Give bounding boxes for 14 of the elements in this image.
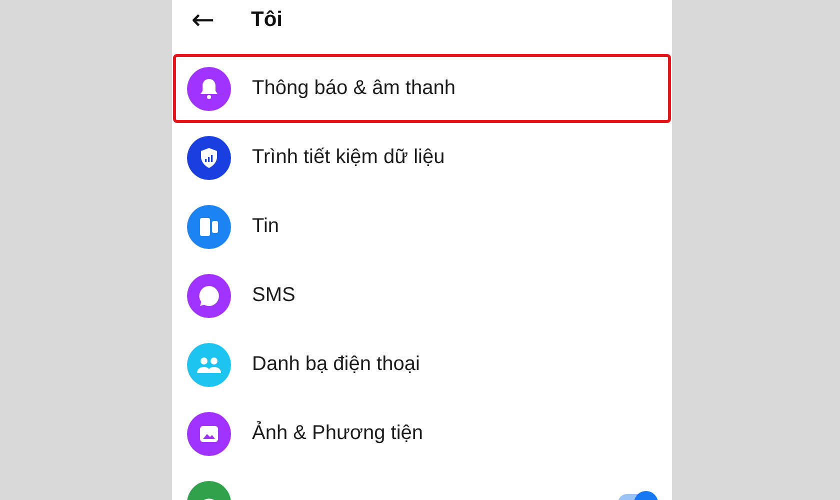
settings-item[interactable]: Danh bạ điện thoại xyxy=(173,330,671,399)
page-title: Tôi xyxy=(251,8,282,32)
settings-label: Trình tiết kiệm dữ liệu xyxy=(252,146,445,169)
settings-label: Ảnh & Phương tiện xyxy=(252,422,424,445)
back-button[interactable]: ← xyxy=(188,6,218,34)
settings-label: Danh bạ điện thoại xyxy=(252,353,420,376)
settings-item[interactable]: Trình tiết kiệm dữ liệu xyxy=(173,123,671,192)
settings-item[interactable]: SMS xyxy=(173,261,671,330)
settings-label: Thông báo & âm thanh xyxy=(252,77,456,100)
settings-item[interactable]: Tin xyxy=(173,192,671,261)
settings-label: Tin xyxy=(252,215,280,238)
settings-item[interactable]: Ảnh & Phương tiện xyxy=(173,399,671,468)
settings-item[interactable]: Thông báo & âm thanh xyxy=(173,54,671,123)
settings-label: SMS xyxy=(252,284,296,307)
